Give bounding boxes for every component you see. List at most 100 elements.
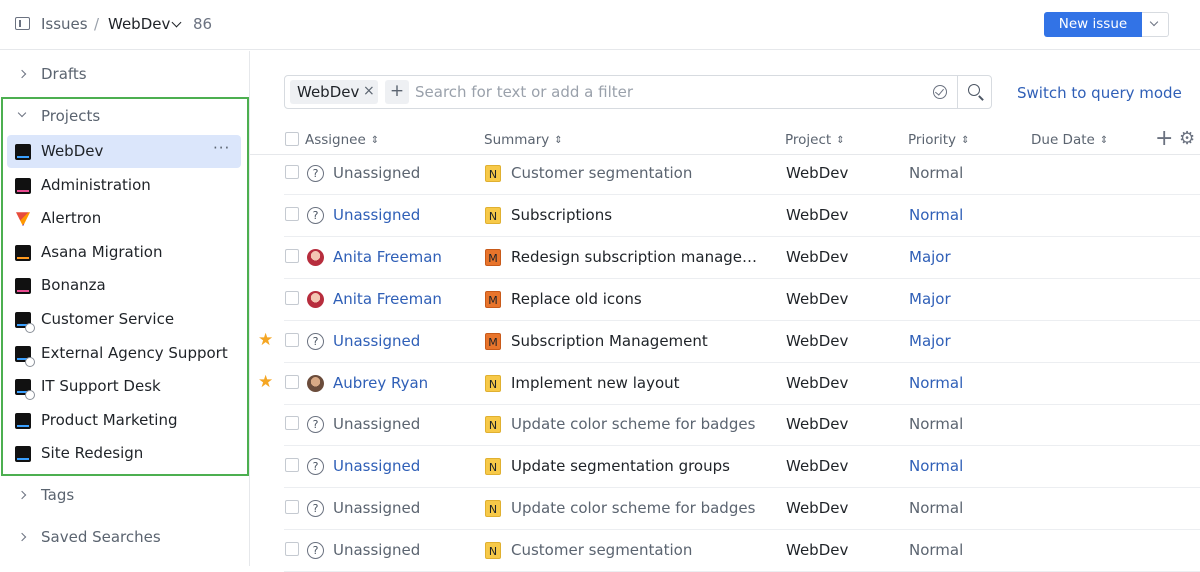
column-due-date[interactable]: Due Date ⇕ [1031, 132, 1108, 148]
select-all-checkbox[interactable] [285, 132, 299, 146]
assignee-field[interactable]: Anita Freeman [333, 290, 442, 308]
switch-query-mode-link[interactable]: Switch to query mode [1017, 84, 1182, 102]
column-priority[interactable]: Priority ⇕ [908, 132, 969, 148]
unassigned-avatar-icon: ? [307, 500, 324, 518]
priority-field[interactable]: Major [909, 290, 951, 308]
table-row[interactable]: ? Unassigned N Update color scheme for badg… [284, 488, 1200, 531]
project-field: WebDev [786, 289, 849, 308]
table-row[interactable]: ? Unassigned N Update color scheme for badg… [284, 404, 1200, 447]
priority-field[interactable]: Normal [909, 457, 963, 475]
priority-field[interactable]: Normal [909, 374, 963, 392]
assignee-field[interactable]: Unassigned [333, 499, 420, 517]
issue-summary-link[interactable]: Replace old icons [511, 290, 759, 308]
row-checkbox[interactable] [285, 290, 299, 305]
priority-field[interactable]: Normal [909, 164, 963, 182]
priority-field[interactable]: Normal [909, 541, 963, 559]
sidebar-toggle-icon[interactable] [15, 17, 30, 30]
sidebar-section-saved-searches[interactable]: Saved Searches [0, 523, 250, 553]
sidebar-project-item[interactable]: External Agency Support [7, 337, 241, 370]
row-checkbox[interactable] [285, 374, 299, 389]
assignee-field[interactable]: Unassigned [333, 206, 420, 224]
new-issue-menu-button[interactable] [1142, 12, 1169, 37]
sidebar-project-item[interactable]: Customer Service [7, 303, 241, 336]
column-label: Due Date [1031, 132, 1095, 148]
row-checkbox[interactable] [285, 248, 299, 263]
row-checkbox[interactable] [285, 332, 299, 347]
project-name: IT Support Desk [41, 377, 161, 396]
project-name: Alertron [41, 209, 102, 228]
priority-field[interactable]: Major [909, 332, 951, 350]
add-column-icon[interactable]: + [1155, 126, 1173, 151]
priority-tag-icon: M [485, 290, 501, 308]
issue-summary-link[interactable]: Customer segmentation [511, 541, 759, 559]
priority-field[interactable]: Normal [909, 499, 963, 517]
sidebar-section-projects[interactable]: Projects [0, 102, 250, 132]
sidebar-project-item[interactable]: Asana Migration [7, 236, 241, 269]
row-checkbox[interactable] [285, 458, 299, 473]
filter-chip-project[interactable]: WebDev × [290, 80, 378, 104]
chevron-down-icon[interactable] [171, 17, 182, 28]
priority-tag-icon: N [485, 206, 501, 224]
table-row[interactable]: ? Unassigned N Subscriptions WebDev Normal [284, 195, 1200, 237]
table-row[interactable]: ★? Unassigned M Subscription Management WebD… [258, 321, 1200, 363]
column-summary[interactable]: Summary ⇕ [484, 132, 563, 148]
sidebar-project-item[interactable]: Site Redesign [7, 437, 241, 470]
row-checkbox[interactable] [285, 542, 299, 557]
sort-icon: ⇕ [554, 135, 563, 146]
sidebar-project-item[interactable]: IT Support Desk [7, 370, 241, 403]
sidebar-section-drafts[interactable]: Drafts [0, 60, 250, 90]
assignee-field[interactable]: Unassigned [333, 332, 420, 350]
helpdesk-badge-icon [25, 390, 35, 401]
table-row[interactable]: Anita Freeman M Redesign subscription mana… [284, 237, 1200, 279]
breadcrumb-issues[interactable]: Issues [41, 15, 88, 33]
assignee-field[interactable]: Aubrey Ryan [333, 374, 428, 392]
table-row[interactable]: Anita Freeman M Replace old icons WebDev Maj… [284, 279, 1200, 321]
sidebar-project-item[interactable]: Bonanza [7, 269, 241, 302]
gear-icon[interactable]: ⚙ [1179, 128, 1195, 149]
check-circle-icon[interactable] [933, 85, 947, 99]
table-row[interactable]: ? Unassigned N Update segmentation groups We… [284, 446, 1200, 489]
breadcrumb-project[interactable]: WebDev [108, 15, 170, 33]
assignee-field[interactable]: Unassigned [333, 415, 420, 433]
priority-field[interactable]: Major [909, 248, 951, 266]
table-row[interactable]: ★ Aubrey Ryan N Implement new layout WebDev N… [258, 363, 1200, 405]
row-checkbox[interactable] [285, 500, 299, 515]
priority-tag-icon: N [485, 416, 501, 434]
star-icon[interactable]: ★ [258, 330, 273, 350]
issue-summary-link[interactable]: Implement new layout [511, 374, 759, 392]
search-button[interactable] [957, 76, 992, 108]
new-issue-button[interactable]: New issue [1044, 12, 1142, 37]
close-icon[interactable]: × [363, 83, 375, 99]
sort-icon: ⇕ [836, 135, 845, 146]
row-checkbox[interactable] [285, 165, 299, 179]
priority-field[interactable]: Normal [909, 415, 963, 433]
issue-summary-link[interactable]: Customer segmentation [511, 164, 759, 182]
search-input[interactable] [415, 80, 925, 104]
row-checkbox[interactable] [285, 416, 299, 431]
star-icon[interactable]: ★ [258, 372, 273, 392]
column-assignee[interactable]: Assignee ⇕ [305, 132, 379, 148]
issue-summary-link[interactable]: Update color scheme for badges [511, 499, 759, 517]
add-filter-button[interactable]: + [385, 80, 409, 104]
sidebar-project-item[interactable]: Alertron [7, 202, 241, 235]
sidebar-project-item[interactable]: Administration [7, 169, 241, 202]
search-filter-bar: WebDev × + [284, 75, 992, 109]
more-icon[interactable]: ··· [213, 139, 230, 157]
column-project[interactable]: Project ⇕ [785, 132, 845, 148]
assignee-field[interactable]: Unassigned [333, 457, 420, 475]
issue-summary-link[interactable]: Redesign subscription managem... [511, 248, 759, 266]
sidebar-project-item[interactable]: WebDev ··· [7, 135, 241, 168]
issue-summary-link[interactable]: Subscription Management [511, 332, 759, 350]
sidebar-section-tags[interactable]: Tags [0, 481, 250, 511]
sidebar-project-item[interactable]: Product Marketing [7, 404, 241, 437]
project-name: Bonanza [41, 276, 106, 295]
assignee-field[interactable]: Unassigned [333, 541, 420, 559]
issue-summary-link[interactable]: Update color scheme for badges [511, 415, 759, 433]
priority-field[interactable]: Normal [909, 206, 963, 224]
assignee-field[interactable]: Unassigned [333, 164, 420, 182]
assignee-field[interactable]: Anita Freeman [333, 248, 442, 266]
row-checkbox[interactable] [285, 206, 299, 221]
issue-summary-link[interactable]: Subscriptions [511, 206, 759, 224]
table-row[interactable]: ? Unassigned N Customer segmentation WebDev N… [284, 153, 1200, 195]
issue-summary-link[interactable]: Update segmentation groups [511, 457, 759, 475]
